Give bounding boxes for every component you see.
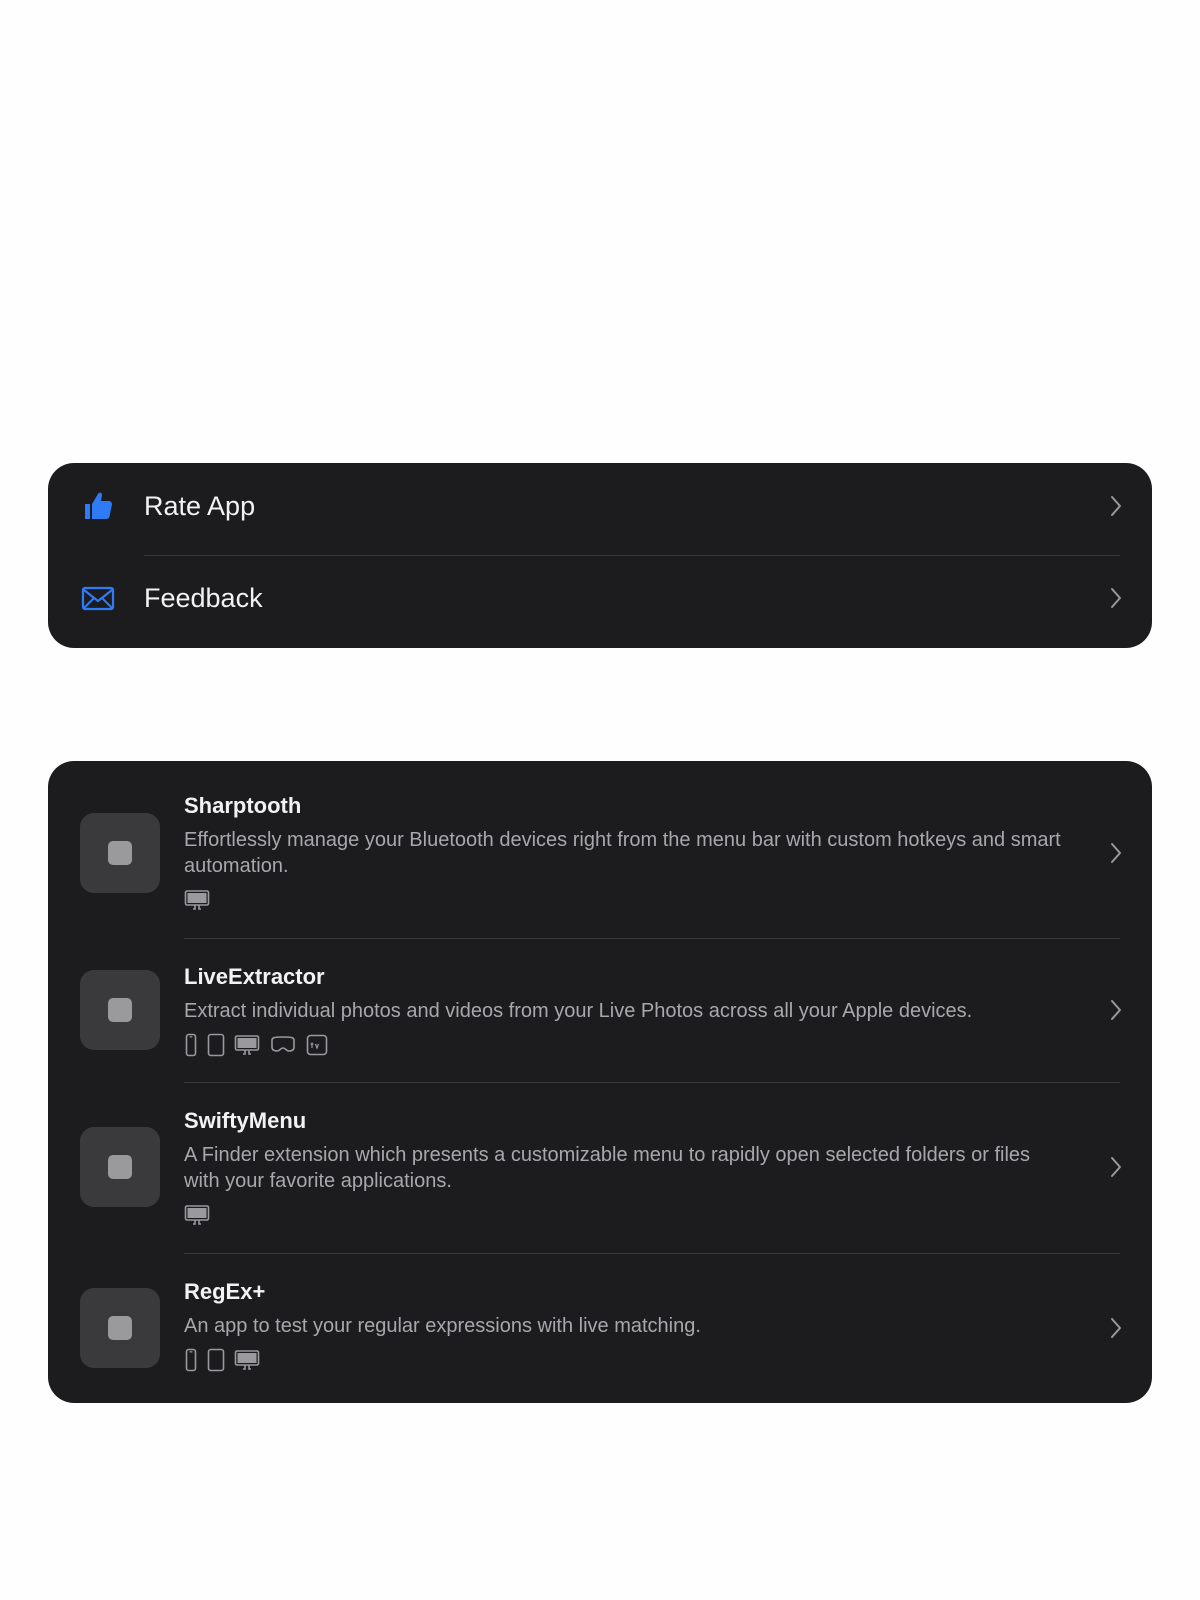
feedback-label: Feedback (144, 583, 263, 613)
chevron-right-icon (1111, 1000, 1121, 1020)
platform-list (184, 1202, 210, 1228)
chevron-right-icon (1111, 496, 1121, 516)
mac-icon (184, 1205, 210, 1225)
app-description: Extract individual photos and videos fro… (184, 1000, 973, 1022)
ipad-icon (207, 1348, 225, 1372)
iphone-icon (185, 1033, 197, 1057)
chevron-right-icon (1111, 1318, 1121, 1338)
thumbs-up-icon (85, 492, 112, 519)
app-title: LiveExtractor (184, 964, 325, 989)
app-title: RegEx+ (184, 1279, 266, 1304)
app-row-regex-plus[interactable]: RegEx+ An app to test your regular expre… (48, 1254, 1152, 1403)
feedback-row[interactable]: Feedback (48, 555, 1152, 641)
mac-icon (234, 1350, 260, 1370)
app-icon (80, 970, 160, 1050)
app-description: Effortlessly manage your Bluetooth devic… (184, 829, 1061, 877)
chevron-right-icon (1111, 1157, 1121, 1177)
iphone-icon (185, 1348, 197, 1372)
app-row-swiftymenu[interactable]: SwiftyMenu A Finder extension which pres… (48, 1083, 1152, 1253)
app-icon (80, 813, 160, 893)
platform-list (184, 887, 210, 913)
rate-app-label: Rate App (144, 491, 256, 521)
platform-list (184, 1347, 260, 1373)
apps-card: Sharptooth Effortlessly manage your Blue… (48, 761, 1152, 1403)
envelope-icon (81, 586, 115, 611)
vision-pro-icon (271, 1036, 295, 1052)
platform-list (184, 1032, 328, 1058)
apple-tv-icon (306, 1034, 328, 1056)
app-title: Sharptooth (184, 793, 302, 818)
app-row-liveextractor[interactable]: LiveExtractor Extract individual photos … (48, 939, 1152, 1082)
chevron-right-icon (1111, 843, 1121, 863)
app-description: A Finder extension which presents a cust… (184, 1144, 1031, 1192)
app-row-sharptooth[interactable]: Sharptooth Effortlessly manage your Blue… (48, 761, 1152, 938)
rate-app-row[interactable]: Rate App (48, 463, 1152, 549)
app-icon (80, 1127, 160, 1207)
app-title: SwiftyMenu (184, 1108, 307, 1133)
links-card: Rate App Feedback (48, 463, 1152, 648)
app-description: An app to test your regular expressions … (184, 1315, 701, 1337)
ipad-icon (207, 1033, 225, 1057)
app-icon (80, 1288, 160, 1368)
chevron-right-icon (1111, 588, 1121, 608)
mac-icon (234, 1035, 260, 1055)
mac-icon (184, 890, 210, 910)
